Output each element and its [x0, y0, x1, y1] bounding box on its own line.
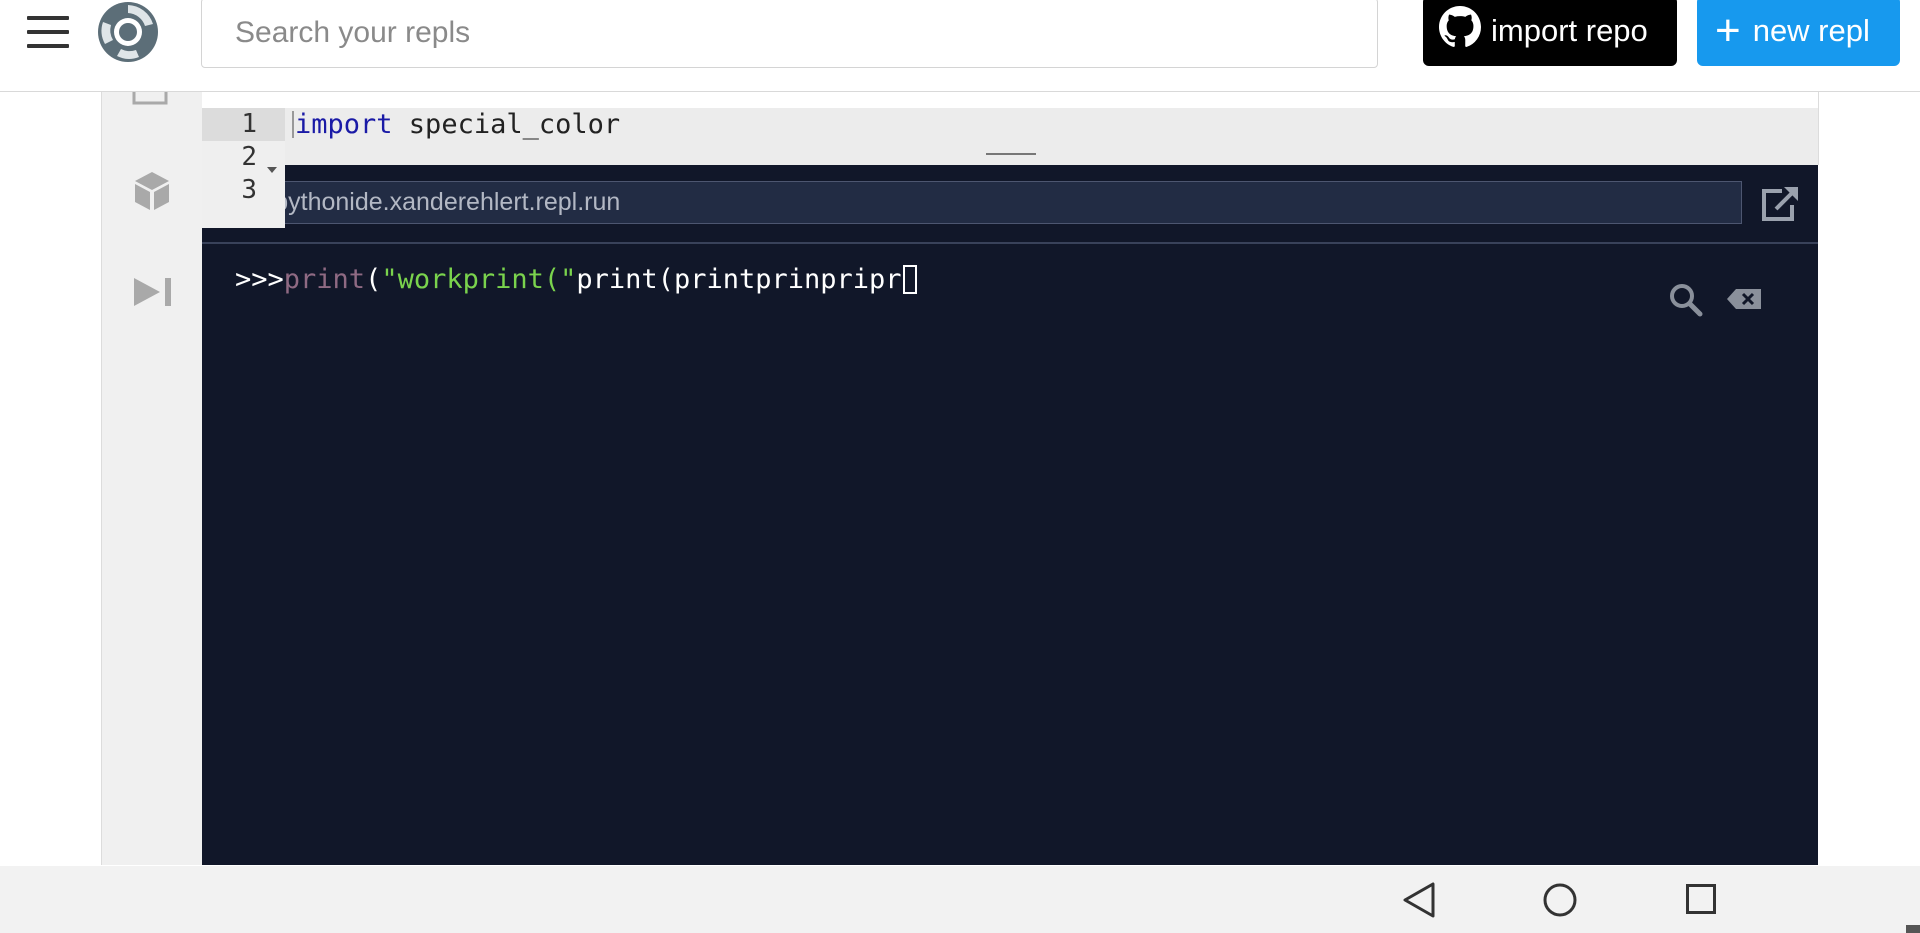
new-repl-label: new repl	[1752, 13, 1870, 48]
code-text: import special_color	[295, 109, 621, 140]
clear-console-icon[interactable]	[1726, 288, 1762, 315]
search-icon[interactable]	[1668, 282, 1704, 323]
top-bar: import repo + new repl	[0, 0, 1920, 92]
corner-indicator	[1906, 925, 1920, 933]
home-icon[interactable]	[1543, 883, 1577, 922]
open-external-icon[interactable]	[1758, 185, 1800, 228]
recents-icon[interactable]	[1686, 884, 1716, 919]
webview-url-bar: ps://pythonide.xanderehlert.repl.run	[202, 165, 1818, 244]
line-number: 3	[241, 175, 257, 205]
sidebar	[101, 80, 202, 865]
packages-icon[interactable]	[132, 170, 172, 217]
import-repo-label: import repo	[1491, 13, 1648, 48]
back-icon[interactable]	[1402, 882, 1436, 923]
debugger-step-icon[interactable]	[132, 276, 174, 313]
drag-handle[interactable]	[986, 153, 1036, 155]
terminal-output[interactable]: >>>print("workprint("print(printprinprip…	[235, 263, 917, 297]
replit-logo[interactable]	[95, 0, 161, 64]
fold-arrow-icon[interactable]	[267, 167, 277, 173]
terminal-cursor	[902, 265, 917, 294]
import-repo-button[interactable]: import repo	[1423, 0, 1677, 66]
url-field[interactable]: ps://pythonide.xanderehlert.repl.run	[214, 181, 1742, 224]
pane-divider[interactable]	[202, 141, 1818, 165]
system-nav-bar	[0, 866, 1920, 933]
github-icon	[1439, 6, 1481, 56]
repl-prompt: >>>	[235, 264, 284, 295]
code-line-active[interactable]: import special_color	[285, 108, 1818, 141]
text-caret	[292, 111, 294, 138]
plus-icon: +	[1715, 6, 1741, 55]
line-number: 2	[241, 142, 257, 172]
line-number: 1	[241, 109, 257, 139]
search-input[interactable]	[201, 0, 1378, 68]
console-pane: ps://pythonide.xanderehlert.repl.run >>>…	[202, 165, 1818, 865]
menu-icon[interactable]	[27, 16, 69, 48]
line-gutter: 1 2 3	[202, 108, 285, 228]
new-repl-button[interactable]: + new repl	[1697, 0, 1900, 66]
